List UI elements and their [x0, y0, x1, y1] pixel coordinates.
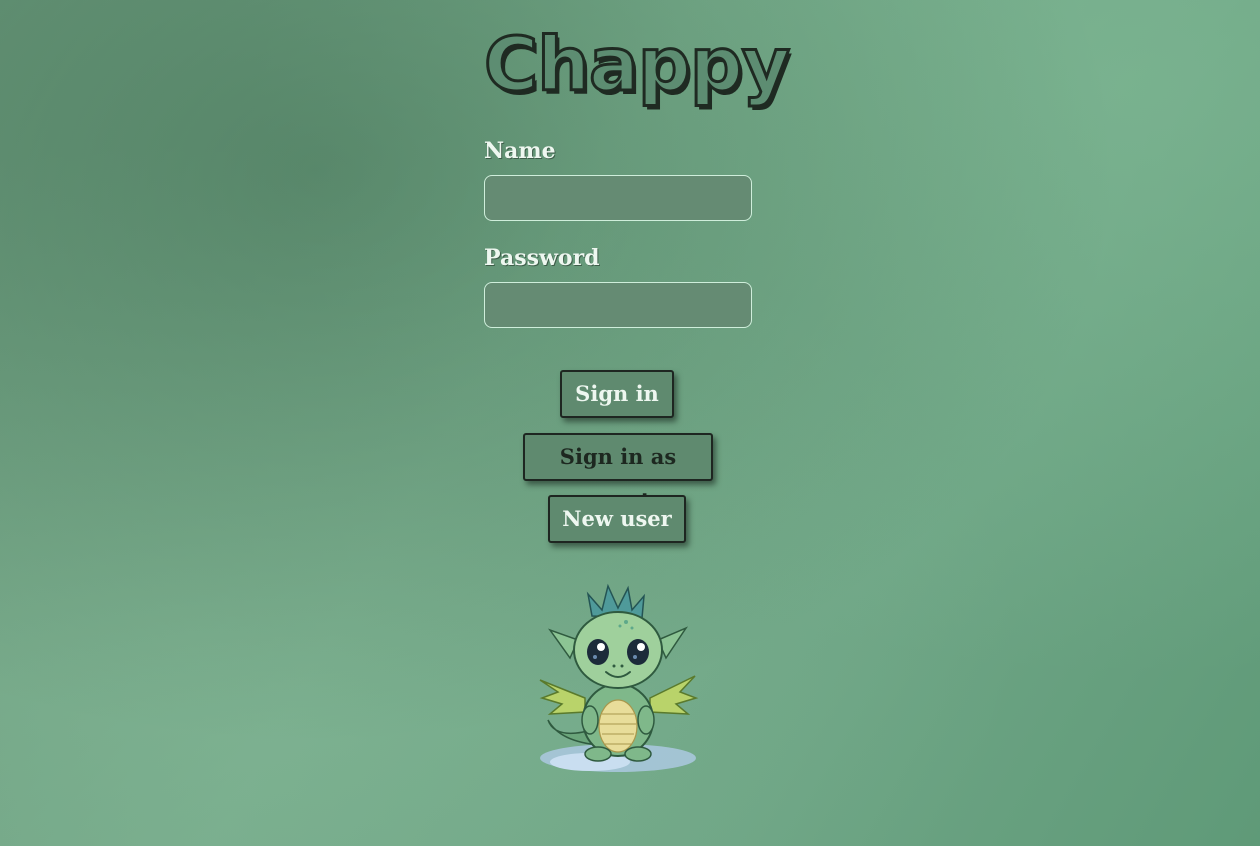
app-title: Chappy [483, 21, 792, 110]
baby-dragon-icon [530, 580, 705, 780]
login-page: Chappy Name Password Sign in Sign in as … [0, 0, 1260, 846]
sign-in-button[interactable]: Sign in [560, 370, 674, 418]
password-label: Password [484, 245, 600, 271]
name-input[interactable] [484, 175, 752, 221]
sign-in-as-guest-button[interactable]: Sign in as guest [523, 433, 713, 513]
password-input[interactable] [484, 282, 752, 328]
name-label: Name [484, 138, 556, 164]
new-user-button[interactable]: New user [548, 495, 686, 543]
